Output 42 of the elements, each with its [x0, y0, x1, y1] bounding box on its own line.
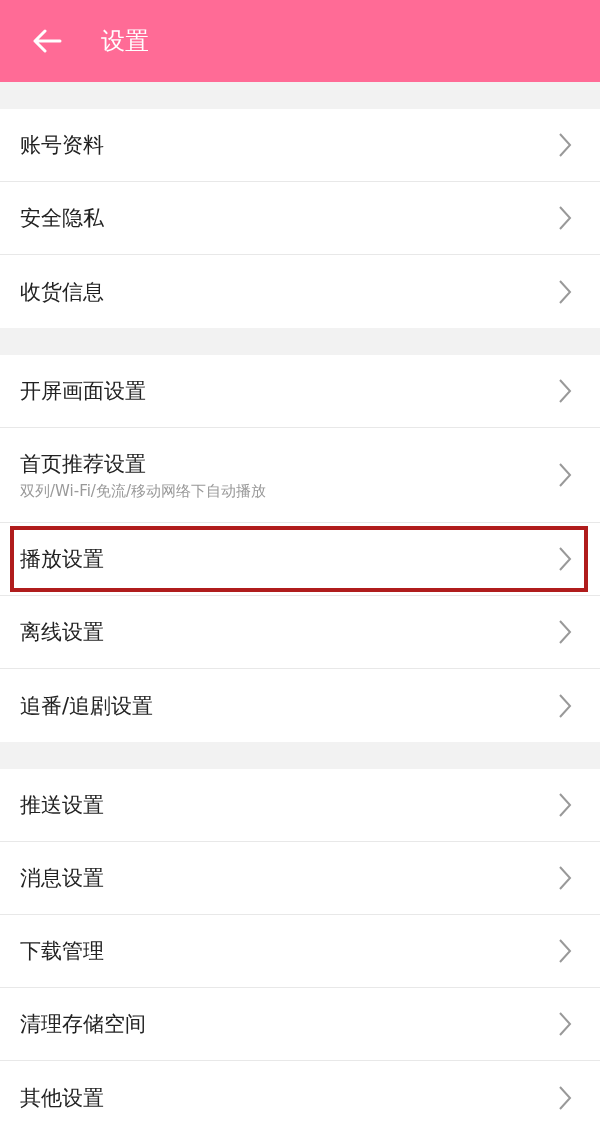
chevron-right-icon — [558, 692, 572, 719]
settings-item[interactable]: 播放设置 — [0, 523, 600, 596]
item-label: 播放设置 — [20, 546, 105, 573]
settings-item[interactable]: 开屏画面设置 — [0, 355, 600, 428]
settings-item[interactable]: 安全隐私 — [0, 182, 600, 255]
item-label: 安全隐私 — [20, 205, 105, 232]
settings-item[interactable]: 其他设置 — [0, 1061, 600, 1130]
item-label: 推送设置 — [20, 792, 105, 819]
item-label: 离线设置 — [20, 619, 105, 646]
chevron-right-icon — [558, 1084, 572, 1111]
chevron-right-icon — [558, 205, 572, 231]
item-label: 消息设置 — [20, 865, 105, 892]
item-label: 下载管理 — [20, 938, 105, 965]
item-label: 首页推荐设置 — [20, 450, 147, 478]
settings-item[interactable]: 首页推荐设置 双列/Wi-Fi/免流/移动网络下自动播放 — [0, 428, 600, 523]
chevron-right-icon — [558, 792, 572, 818]
chevron-right-icon — [558, 619, 572, 645]
settings-item[interactable]: 收货信息 — [0, 255, 600, 328]
item-label: 清理存储空间 — [20, 1011, 147, 1038]
page-title: 设置 — [101, 26, 149, 57]
item-label: 账号资料 — [20, 132, 105, 159]
chevron-right-icon — [558, 378, 572, 404]
item-label: 其他设置 — [20, 1084, 105, 1112]
settings-item[interactable]: 消息设置 — [0, 842, 600, 915]
item-subtitle: 双列/Wi-Fi/免流/移动网络下自动播放 — [20, 481, 267, 501]
chevron-right-icon — [558, 546, 572, 572]
item-label: 收货信息 — [20, 278, 105, 306]
settings-item[interactable]: 追番/追剧设置 — [0, 669, 600, 742]
chevron-right-icon — [558, 1011, 572, 1037]
chevron-right-icon — [558, 132, 572, 158]
chevron-right-icon — [558, 865, 572, 891]
chevron-right-icon — [558, 278, 572, 305]
chevron-right-icon — [558, 938, 572, 964]
back-icon[interactable] — [32, 29, 62, 53]
settings-item[interactable]: 推送设置 — [0, 769, 600, 842]
settings-item[interactable]: 下载管理 — [0, 915, 600, 988]
settings-item[interactable]: 账号资料 — [0, 109, 600, 182]
chevron-right-icon — [558, 462, 572, 488]
settings-item[interactable]: 清理存储空间 — [0, 988, 600, 1061]
item-label: 开屏画面设置 — [20, 378, 147, 405]
item-label: 追番/追剧设置 — [20, 692, 155, 720]
settings-item[interactable]: 离线设置 — [0, 596, 600, 669]
